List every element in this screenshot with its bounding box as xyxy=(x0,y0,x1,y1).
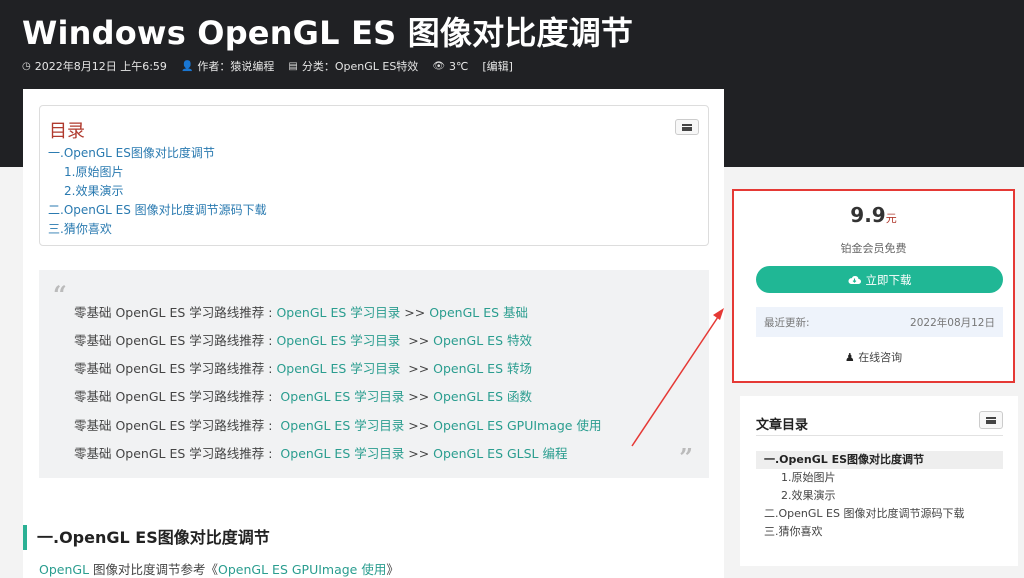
date-text: 2022年8月12日 上午6:59 xyxy=(34,60,167,73)
toc-toggle-button[interactable] xyxy=(675,119,699,135)
recommend-line: 零基础 OpenGL ES 学习路线推荐 : OpenGL ES 学习目录 >>… xyxy=(74,330,532,349)
sidebar-toc-item[interactable]: 1.原始图片 xyxy=(756,469,1003,487)
sidebar-toc-item[interactable]: 三.猜你喜欢 xyxy=(756,523,1003,541)
update-row: 最近更新: 2022年08月12日 xyxy=(756,307,1003,337)
download-button[interactable]: 立即下载 xyxy=(756,266,1003,293)
learning-index-link[interactable]: OpenGL ES 学习目录 xyxy=(276,305,400,320)
recommend-prefix: 零基础 OpenGL ES 学习路线推荐 : xyxy=(74,305,277,320)
category-text: 分类：OpenGL ES特效 xyxy=(301,60,419,73)
meta-author[interactable]: 👤 作者：猿说编程 xyxy=(181,58,274,74)
learning-index-link[interactable]: OpenGL ES 学习目录 xyxy=(276,333,400,348)
separator: >> xyxy=(400,305,430,320)
toc-item[interactable]: 一.OpenGL ES图像对比度调节 xyxy=(48,144,267,163)
toc-list: 一.OpenGL ES图像对比度调节 1.原始图片 2.效果演示 二.OpenGL E… xyxy=(48,144,267,239)
sidebar-toc-list: 一.OpenGL ES图像对比度调节 1.原始图片 2.效果演示 二.OpenGL E… xyxy=(756,451,1003,541)
separator: >> xyxy=(404,418,434,433)
toc-item[interactable]: 三.猜你喜欢 xyxy=(48,220,267,239)
sidebar-toc: 文章目录 一.OpenGL ES图像对比度调节 1.原始图片 2.效果演示 二.Ope… xyxy=(740,396,1018,566)
learning-index-link[interactable]: OpenGL ES 学习目录 xyxy=(276,361,400,376)
member-free-text: 铂金会员免费 xyxy=(840,242,907,255)
price-currency: 元 xyxy=(885,212,897,225)
author-text: 作者：猿说编程 xyxy=(197,60,275,73)
sidebar-toc-item[interactable]: 一.OpenGL ES图像对比度调节 xyxy=(756,451,1003,469)
divider xyxy=(756,435,1003,436)
para-end: 》 xyxy=(386,562,399,577)
learning-index-link[interactable]: OpenGL ES 学习目录 xyxy=(280,418,404,433)
sidebar-toc-title: 文章目录 xyxy=(756,418,809,433)
list-icon: ▤ xyxy=(288,60,298,72)
update-date: 2022年08月12日 xyxy=(910,316,995,329)
separator: >> xyxy=(404,446,434,461)
meta-date: ◷ 2022年8月12日 上午6:59 xyxy=(22,58,167,74)
clock-icon: ◷ xyxy=(22,60,31,72)
toc-title: 目录 xyxy=(49,121,85,142)
topic-link[interactable]: OpenGL ES GLSL 编程 xyxy=(433,446,567,461)
article-body: 目录 一.OpenGL ES图像对比度调节 1.原始图片 2.效果演示 二.OpenG… xyxy=(23,89,724,578)
sidebar-toc-item[interactable]: 二.OpenGL ES 图像对比度调节源码下载 xyxy=(756,505,1003,523)
price-value: 9.9 xyxy=(850,203,886,227)
recommend-line: 零基础 OpenGL ES 学习路线推荐 : OpenGL ES 学习目录 >>… xyxy=(74,386,532,405)
topic-link[interactable]: OpenGL ES 基础 xyxy=(429,305,528,320)
separator: >> xyxy=(400,333,434,348)
topic-link[interactable]: OpenGL ES GPUImage 使用 xyxy=(433,418,601,433)
learning-index-link[interactable]: OpenGL ES 学习目录 xyxy=(280,446,404,461)
recommend-line: 零基础 OpenGL ES 学习路线推荐 : OpenGL ES 学习目录 >>… xyxy=(74,415,601,434)
recommend-prefix: 零基础 OpenGL ES 学习路线推荐 : xyxy=(74,361,277,376)
consult-link[interactable]: ♟ 在线咨询 xyxy=(734,349,1013,365)
consult-label: 在线咨询 xyxy=(858,351,903,364)
para-link-gpuimage[interactable]: OpenGL ES GPUImage 使用 xyxy=(218,562,386,577)
learning-index-link[interactable]: OpenGL ES 学习目录 xyxy=(280,389,404,404)
user-icon: 👤 xyxy=(180,60,194,72)
recommend-line: 零基础 OpenGL ES 学习路线推荐 : OpenGL ES 学习目录 >>… xyxy=(74,302,528,321)
separator: >> xyxy=(400,361,434,376)
separator: >> xyxy=(404,389,434,404)
update-label: 最近更新: xyxy=(764,316,810,329)
quote-close-icon: ” xyxy=(679,443,693,472)
para-link-opengl[interactable]: OpenGL xyxy=(39,562,89,577)
toc-item[interactable]: 二.OpenGL ES 图像对比度调节源码下载 xyxy=(48,201,267,220)
section-heading: 一.OpenGL ES图像对比度调节 xyxy=(23,525,270,550)
recommend-prefix: 零基础 OpenGL ES 学习路线推荐 : xyxy=(74,446,281,461)
sidebar-toc-toggle[interactable] xyxy=(979,411,1003,429)
toc-box: 目录 一.OpenGL ES图像对比度调节 1.原始图片 2.效果演示 二.OpenG… xyxy=(39,105,709,246)
recommend-prefix: 零基础 OpenGL ES 学习路线推荐 : xyxy=(74,389,281,404)
menu-icon xyxy=(682,123,692,131)
cloud-download-icon xyxy=(847,275,861,284)
page-title: Windows OpenGL ES 图像对比度调节 xyxy=(22,14,634,52)
para-text: 图像对比度调节参考《 xyxy=(89,562,219,577)
recommend-line: 零基础 OpenGL ES 学习路线推荐 : OpenGL ES 学习目录 >>… xyxy=(74,443,568,462)
topic-link[interactable]: OpenGL ES 特效 xyxy=(433,333,532,348)
topic-link[interactable]: OpenGL ES 转场 xyxy=(433,361,532,376)
section-paragraph: OpenGL 图像对比度调节参考《OpenGL ES GPUImage 使用》 xyxy=(39,559,399,578)
recommend-prefix: 零基础 OpenGL ES 学习路线推荐 : xyxy=(74,418,281,433)
topic-link[interactable]: OpenGL ES 函数 xyxy=(433,389,532,404)
sidebar-toc-item[interactable]: 2.效果演示 xyxy=(756,487,1003,505)
recommend-prefix: 零基础 OpenGL ES 学习路线推荐 : xyxy=(74,333,277,348)
qq-icon: ♟ xyxy=(844,351,855,364)
quote-open-icon: “ xyxy=(53,280,67,309)
eye-icon: 👁 xyxy=(432,60,446,72)
views-text: 3℃ xyxy=(449,59,469,73)
meta-views: 👁 3℃ xyxy=(432,58,468,74)
toc-item[interactable]: 2.效果演示 xyxy=(48,182,267,201)
meta-category[interactable]: ▤ 分类：OpenGL ES特效 xyxy=(288,58,418,74)
menu-icon xyxy=(986,416,996,424)
toc-item[interactable]: 1.原始图片 xyxy=(48,163,267,182)
recommend-quote: “ 零基础 OpenGL ES 学习路线推荐 : OpenGL ES 学习目录 … xyxy=(39,270,709,478)
article-meta: ◷ 2022年8月12日 上午6:59 👤 作者：猿说编程 ▤ 分类：OpenGL E… xyxy=(22,58,513,74)
download-button-label: 立即下载 xyxy=(865,272,912,287)
edit-link[interactable]: [编辑] xyxy=(482,58,513,74)
recommend-line: 零基础 OpenGL ES 学习路线推荐 : OpenGL ES 学习目录 >>… xyxy=(74,358,532,377)
download-card: 9.9元 铂金会员免费 立即下载 最近更新: 2022年08月12日 ♟ 在线咨… xyxy=(732,189,1015,383)
price: 9.9元 xyxy=(734,203,1013,227)
